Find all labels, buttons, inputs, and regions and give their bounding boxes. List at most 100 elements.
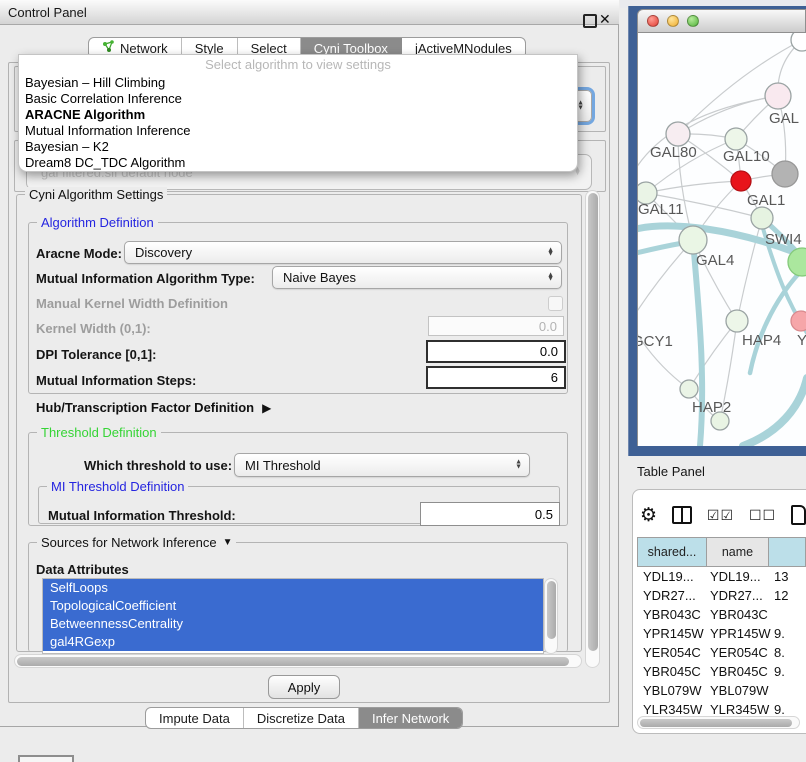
table-row[interactable]: YBR045CYBR045C9. xyxy=(637,662,806,681)
algorithm-dropdown-popup: Select algorithm to view settings Bayesi… xyxy=(18,54,578,172)
dropdown-item-selected[interactable]: ARACNE Algorithm xyxy=(19,107,577,123)
dropdown-item[interactable]: Bayesian – K2 xyxy=(19,139,577,155)
attributes-list-scroll-thumb[interactable] xyxy=(547,581,556,639)
network-node[interactable] xyxy=(791,311,806,331)
close-icon[interactable]: ✕ xyxy=(599,11,611,28)
settings-horizontal-scrollbar[interactable] xyxy=(14,654,582,668)
aracne-mode-combo[interactable]: Discovery ▲▼ xyxy=(124,241,562,264)
kernel-width-input[interactable] xyxy=(428,316,564,336)
table-row[interactable]: YBR043C YBR043C xyxy=(637,605,806,624)
network-node[interactable] xyxy=(666,122,690,146)
network-node[interactable] xyxy=(765,83,791,109)
network-window-titlebar[interactable] xyxy=(637,9,806,33)
dpi-tolerance-input[interactable] xyxy=(426,340,566,363)
settings-horizontal-scroll-thumb[interactable] xyxy=(17,657,569,666)
mi-steps-input[interactable] xyxy=(426,366,566,389)
table-cell: YBR043C xyxy=(710,605,768,624)
table-cell: YLR345W xyxy=(643,700,702,716)
which-threshold-value: MI Threshold xyxy=(245,458,321,473)
sources-group-title: Sources for Network Inference ▼ xyxy=(37,535,236,550)
unchecked-boxes-icon[interactable]: ☐☐ xyxy=(749,507,776,524)
attribute-item-selected[interactable]: TopologicalCoefficient xyxy=(43,597,543,615)
table-row[interactable]: YBL079WYBL079W xyxy=(637,681,806,700)
dropdown-prompt: Select algorithm to view settings xyxy=(19,55,577,75)
table-cell: 8. xyxy=(774,643,785,662)
checked-boxes-icon[interactable]: ☑☑ xyxy=(707,507,734,524)
control-panel-titlebar[interactable]: Control Panel xyxy=(0,0,619,25)
network-node-label: GAL11 xyxy=(638,201,684,218)
split-columns-icon[interactable] xyxy=(672,506,692,524)
network-node-label: SWI4 xyxy=(765,231,802,248)
dpi-tolerance-label: DPI Tolerance [0,1]: xyxy=(36,347,156,362)
table-row[interactable]: YPR145WYPR145W9. xyxy=(637,624,806,643)
tab-infer-network[interactable]: Infer Network xyxy=(359,708,462,728)
network-node-label: HAP4 xyxy=(742,332,781,349)
dropdown-item[interactable]: Dream8 DC_TDC Algorithm xyxy=(19,155,577,171)
apply-button[interactable]: Apply xyxy=(268,675,340,699)
bottom-tabbar: Impute Data Discretize Data Infer Networ… xyxy=(145,707,463,729)
attribute-item-selected[interactable]: gal4RGexp xyxy=(43,633,543,651)
partial-window-fragment xyxy=(18,755,74,762)
network-node[interactable] xyxy=(725,128,747,150)
mi-threshold-group-title: MI Threshold Definition xyxy=(47,479,188,494)
mi-threshold-input[interactable] xyxy=(420,502,560,526)
mi-type-label: Mutual Information Algorithm Type: xyxy=(36,271,255,286)
minimize-traffic-light[interactable] xyxy=(667,15,679,27)
table-horizontal-scroll-thumb[interactable] xyxy=(640,719,792,727)
column-header-partial[interactable] xyxy=(769,537,806,567)
dropdown-item[interactable]: Mutual Information Inference xyxy=(19,123,577,139)
network-node[interactable] xyxy=(726,310,748,332)
settings-vertical-scroll-thumb[interactable] xyxy=(588,193,598,651)
gear-icon[interactable]: ⚙ xyxy=(640,504,657,527)
node-table-header: shared... name xyxy=(637,537,806,567)
table-cell: YBL079W xyxy=(710,681,769,700)
manual-kernel-checkbox[interactable] xyxy=(548,296,563,311)
algorithm-definition-title: Algorithm Definition xyxy=(37,215,158,230)
dropdown-item[interactable]: Basic Correlation Inference xyxy=(19,91,577,107)
mi-threshold-label: Mutual Information Threshold: xyxy=(48,508,236,523)
network-view-canvas[interactable]: GALGAL80GAL10GAL1GAL11SWI4GAL4GCY1HAP4YH… xyxy=(637,33,806,446)
collapse-down-icon[interactable]: ▼ xyxy=(223,537,233,548)
table-horizontal-scrollbar[interactable] xyxy=(637,716,800,729)
close-traffic-light[interactable] xyxy=(647,15,659,27)
table-cell: YPR145W xyxy=(710,624,771,643)
table-cell: 12 xyxy=(774,586,788,605)
tab-impute-data[interactable]: Impute Data xyxy=(146,708,244,728)
network-node[interactable] xyxy=(751,207,773,229)
table-cell: YBR043C xyxy=(643,605,701,624)
table-cell: YER054C xyxy=(710,643,768,662)
which-threshold-combo[interactable]: MI Threshold ▲▼ xyxy=(234,453,530,477)
network-node[interactable] xyxy=(679,226,707,254)
table-cell: 9. xyxy=(774,700,785,716)
table-panel-toolbar: ⚙ ☑☑ ☐☐ xyxy=(640,500,806,530)
network-node[interactable] xyxy=(772,161,798,187)
network-node-label: GAL80 xyxy=(650,144,697,161)
network-node[interactable] xyxy=(731,171,751,191)
table-row[interactable]: YDL19...YDL19...13 xyxy=(637,567,806,586)
float-window-icon[interactable] xyxy=(583,14,597,28)
settings-vertical-scrollbar[interactable] xyxy=(585,190,600,668)
table-row[interactable]: YLR345WYLR345W9. xyxy=(637,700,806,716)
document-icon[interactable] xyxy=(791,505,806,525)
table-cell: 13 xyxy=(774,567,788,586)
network-node[interactable] xyxy=(680,380,698,398)
network-edge xyxy=(743,378,806,446)
table-row[interactable]: YDR27... YDR27... 12 xyxy=(637,586,806,605)
attribute-item-selected[interactable]: BetweennessCentrality xyxy=(43,615,543,633)
attribute-item-selected[interactable]: SelfLoops xyxy=(43,579,543,597)
mi-type-combo[interactable]: Naive Bayes ▲▼ xyxy=(272,266,562,289)
table-cell: YDR27... xyxy=(643,586,696,605)
column-header-name[interactable]: name xyxy=(707,537,769,567)
network-node-label: Y xyxy=(797,332,806,349)
table-cell: 9. xyxy=(774,624,785,643)
table-row[interactable]: YER054CYER054C8. xyxy=(637,643,806,662)
column-header-shared-name[interactable]: shared... xyxy=(637,537,707,567)
table-cell: YDR27... xyxy=(710,586,763,605)
tab-discretize-data[interactable]: Discretize Data xyxy=(244,708,359,728)
attributes-list-scrollbar[interactable] xyxy=(544,578,558,654)
dropdown-item[interactable]: Bayesian – Hill Climbing xyxy=(19,75,577,91)
table-cell: YDL19... xyxy=(643,567,694,586)
hub-definition-expander[interactable]: Hub/Transcription Factor Definition ▶ xyxy=(36,400,271,415)
zoom-traffic-light[interactable] xyxy=(687,15,699,27)
network-edge xyxy=(678,96,778,134)
